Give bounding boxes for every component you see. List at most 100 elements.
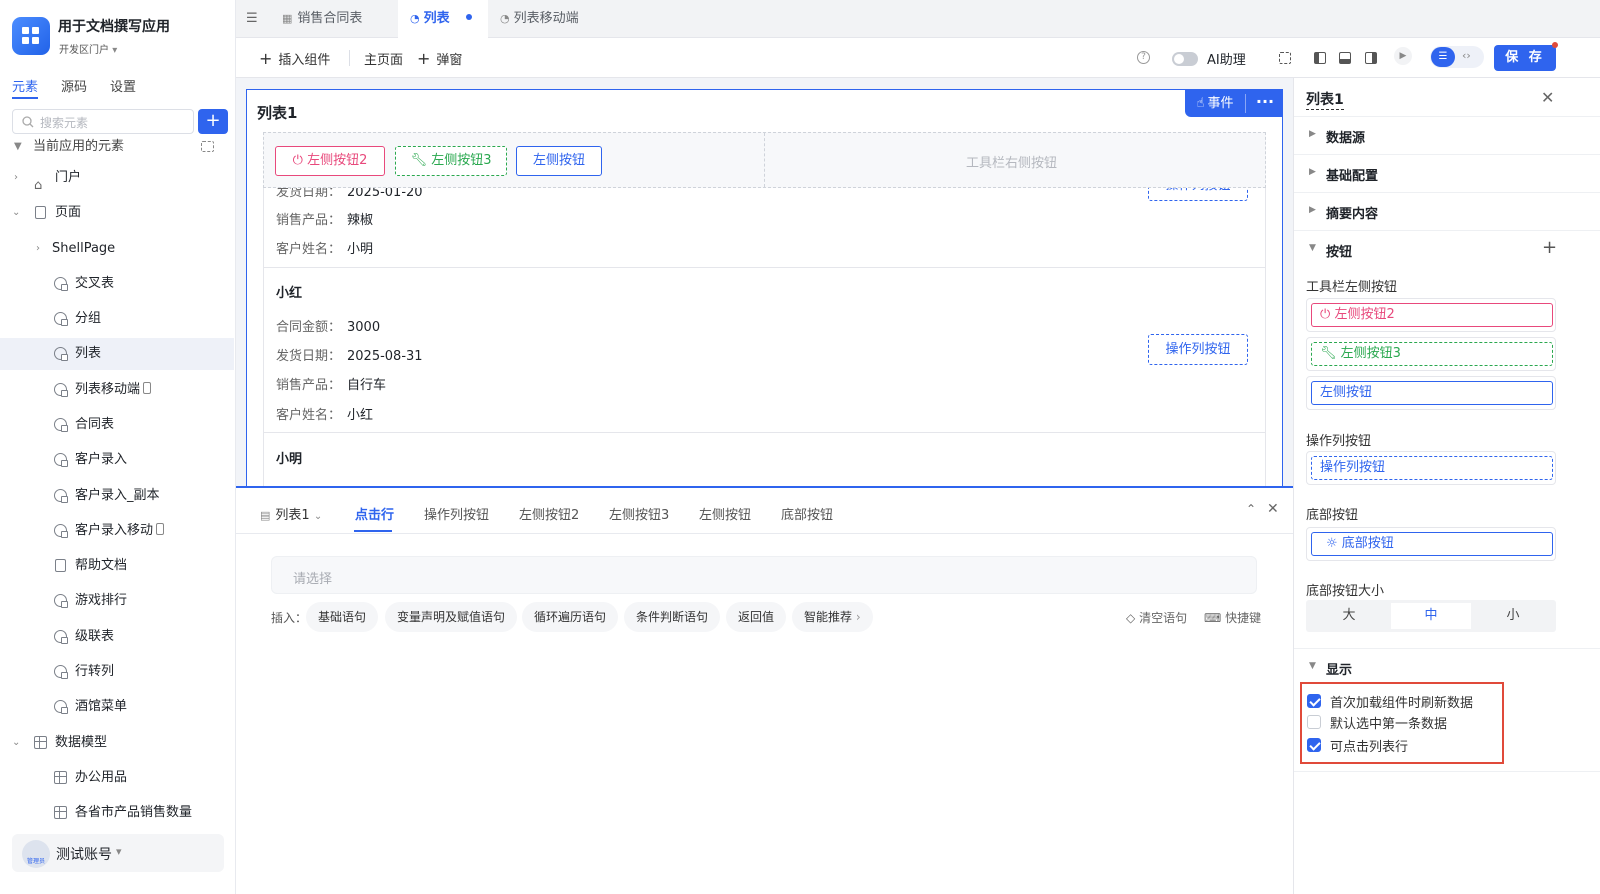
op-column-button[interactable]: 操作列按钮 <box>1148 334 1248 365</box>
checkbox-refresh-on-load[interactable] <box>1307 694 1321 708</box>
tree-item-page[interactable]: 客户录入 <box>0 444 234 476</box>
more-icon[interactable]: ··· <box>1247 90 1282 117</box>
section-summary[interactable]: ▶ 摘要内容 <box>1294 193 1600 231</box>
collapse-icon[interactable]: ⌃ <box>1246 502 1256 516</box>
tree-item-page[interactable]: 列表移动端 <box>0 374 234 406</box>
tree-item-page[interactable]: 分组 <box>0 303 234 335</box>
design-mode-icon[interactable]: ☰ <box>1431 47 1455 67</box>
chip-loop-statement[interactable]: 循环遍历语句 <box>522 602 619 632</box>
tab-sales-contract[interactable]: ▦ 销售合同表 <box>282 0 374 38</box>
tree-root[interactable]: ▼ 当前应用的元素 <box>0 131 234 163</box>
op-column-button[interactable]: 操作列按钮 <box>1148 188 1248 201</box>
section-datasource[interactable]: ▶ 数据源 <box>1294 117 1600 155</box>
config-bottom-button[interactable]: ☼ 底部按钮 <box>1311 532 1553 556</box>
tree-item-page[interactable]: 合同表 <box>0 409 234 441</box>
tree-item-label: 帮助文档 <box>75 558 128 573</box>
tree-item-model[interactable]: 办公用品 <box>0 762 234 794</box>
code-mode-icon[interactable]: ‹› <box>1462 49 1471 62</box>
view-mode-switch[interactable]: ☰ ‹› <box>1430 46 1484 68</box>
tree-item-page[interactable]: 帮助文档 <box>0 550 234 582</box>
collapse-all-icon[interactable] <box>201 141 214 152</box>
chip-return-value[interactable]: 返回值 <box>726 602 787 632</box>
help-icon[interactable]: ? <box>1137 51 1150 64</box>
tab-list-mobile[interactable]: ◔ 列表移动端 <box>500 0 579 38</box>
tree-item-page[interactable]: 客户录入移动 <box>0 515 234 547</box>
section-basic-config[interactable]: ▶ 基础配置 <box>1294 155 1600 193</box>
popup-button[interactable]: + 弹窗 <box>417 49 462 68</box>
tab-label: 列表 <box>423 11 450 26</box>
left-button[interactable]: 左侧按钮 <box>516 146 602 176</box>
close-icon[interactable]: ✕ <box>1541 88 1554 107</box>
main-page-button[interactable]: 主页面 <box>364 49 403 68</box>
config-left-button[interactable]: 左侧按钮 <box>1311 381 1553 405</box>
tab-left-button-3[interactable]: 左侧按钮3 <box>609 504 669 523</box>
tree-item-page[interactable]: 级联表 <box>0 621 234 653</box>
preview-layout-icon[interactable] <box>1279 52 1291 64</box>
insert-component-button[interactable]: + 插入组件 <box>259 49 330 68</box>
bottom-panel-icon[interactable] <box>1339 52 1351 64</box>
tab-left-button-2[interactable]: 左侧按钮2 <box>519 504 579 523</box>
chip-condition-statement[interactable]: 条件判断语句 <box>624 602 721 632</box>
event-button[interactable]: ☝ 事件 <box>1185 90 1245 117</box>
shortcut-button[interactable]: ⌨ 快捷键 <box>1204 609 1261 626</box>
tree-item-page-selected[interactable]: 列表 <box>0 338 234 370</box>
chip-basic-statement[interactable]: 基础语句 <box>306 602 379 632</box>
user-menu[interactable]: 管理员 测试账号 ▾ <box>12 834 224 872</box>
tree-item-data-models[interactable]: ⌄ 数据模型 <box>0 727 234 759</box>
button-config-item[interactable]: 操作列按钮 <box>1306 451 1556 485</box>
size-large-option[interactable]: 大 <box>1309 603 1389 629</box>
left-button-2[interactable]: ⏻ 左侧按钮2 <box>275 146 385 176</box>
left-button-3[interactable]: 🔧︎ 左侧按钮3 <box>395 146 507 176</box>
tree-item-page[interactable]: 游戏排行 <box>0 585 234 617</box>
tab-settings[interactable]: 设置 <box>110 76 136 95</box>
tab-left-button[interactable]: 左侧按钮 <box>699 504 751 523</box>
tab-click-row[interactable]: 点击行 <box>355 504 394 523</box>
page-icon <box>54 312 68 326</box>
panel-title[interactable]: 列表1 <box>1306 89 1344 110</box>
config-op-button[interactable]: 操作列按钮 <box>1311 456 1553 480</box>
close-icon[interactable]: ✕ <box>1267 501 1279 517</box>
tree-item-portal[interactable]: › ⌂ 门户 <box>0 162 234 194</box>
section-buttons[interactable]: ▼ 按钮 + <box>1294 231 1600 269</box>
button-config-item[interactable]: 🔧︎ 左侧按钮3 <box>1306 337 1556 371</box>
tree-item-page[interactable]: 客户录入_副本 <box>0 480 234 512</box>
tab-elements[interactable]: 元素 <box>12 76 38 95</box>
collapse-sidebar-icon[interactable]: ☰ <box>246 11 258 26</box>
tab-list[interactable]: ◔ 列表 <box>398 0 488 38</box>
config-left-button-3[interactable]: 🔧︎ 左侧按钮3 <box>1311 342 1553 366</box>
section-title: 数据源 <box>1326 131 1366 146</box>
right-panel-icon[interactable] <box>1365 52 1377 64</box>
tree-item-page[interactable]: 行转列 <box>0 656 234 688</box>
list-component[interactable]: 列表1 ☝ 事件 ··· ⏻ 左侧按钮2 🔧︎ 左侧按钮3 左侧按钮 工具栏右侧按… <box>246 89 1283 486</box>
tab-source[interactable]: 源码 <box>61 76 87 95</box>
page-icon <box>54 347 68 361</box>
play-icon[interactable]: ▶ <box>1394 47 1412 65</box>
tree-item-page[interactable]: 交叉表 <box>0 268 234 300</box>
tab-bottom-button[interactable]: 底部按钮 <box>781 504 833 523</box>
button-config-item[interactable]: ⏻ 左侧按钮2 <box>1306 298 1556 332</box>
tree-item-shellpage[interactable]: › ShellPage <box>0 233 234 265</box>
toolbar-left-label: 工具栏左侧按钮 <box>1306 280 1398 295</box>
tree-item-page[interactable]: 酒馆菜单 <box>0 691 234 723</box>
add-button-icon[interactable]: + <box>1542 237 1557 258</box>
button-config-item[interactable]: 左侧按钮 <box>1306 376 1556 410</box>
chip-smart-suggest[interactable]: 智能推荐 › <box>792 602 873 632</box>
checkbox-clickable-row[interactable] <box>1307 738 1321 752</box>
tree-item-model[interactable]: 各省市产品销售数量 <box>0 797 234 829</box>
left-panel-icon[interactable] <box>1314 52 1326 64</box>
chip-variable-statement[interactable]: 变量声明及赋值语句 <box>385 602 518 632</box>
size-small-option[interactable]: 小 <box>1473 603 1553 629</box>
portal-switcher[interactable]: 开发区门户 ▾ <box>59 41 117 56</box>
button-config-item[interactable]: ☼ 底部按钮 <box>1306 527 1556 561</box>
config-left-button-2[interactable]: ⏻ 左侧按钮2 <box>1311 303 1553 327</box>
clear-statement-button[interactable]: ◇ 清空语句 <box>1126 609 1187 626</box>
size-medium-option[interactable]: 中 <box>1391 603 1471 629</box>
field-label: 合同金额： <box>276 320 342 335</box>
component-select[interactable]: ▤ 列表1 ⌄ <box>260 504 322 523</box>
ai-toggle[interactable] <box>1172 52 1198 66</box>
tab-op-button[interactable]: 操作列按钮 <box>424 504 489 523</box>
checkbox-select-first[interactable] <box>1307 715 1321 729</box>
save-button[interactable]: 保 存 <box>1494 45 1556 71</box>
action-select[interactable]: 请选择 <box>271 556 1257 594</box>
tree-item-pages[interactable]: ⌄ 页面 <box>0 197 234 229</box>
